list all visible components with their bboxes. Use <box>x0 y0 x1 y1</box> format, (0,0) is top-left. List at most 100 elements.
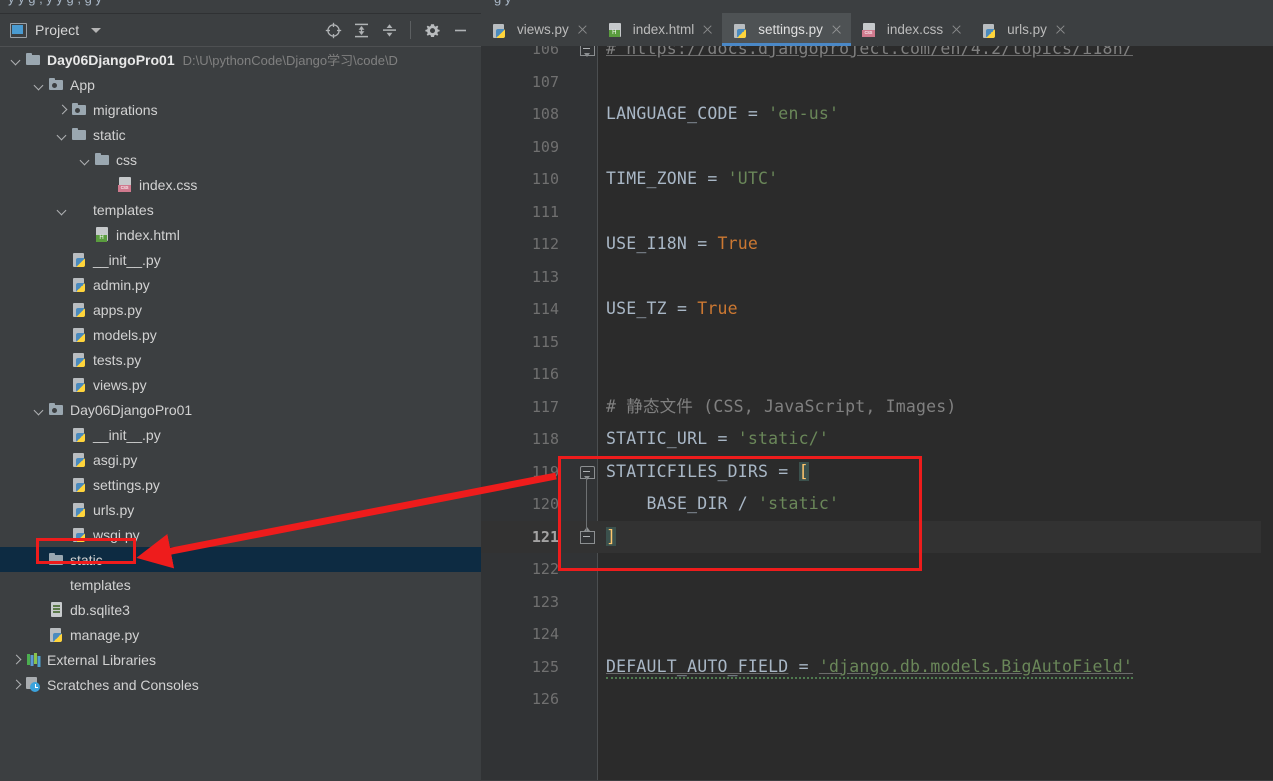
close-icon[interactable] <box>950 24 962 36</box>
code-line-122[interactable]: 122 <box>481 553 1273 586</box>
fold-close-icon[interactable] <box>580 526 595 545</box>
tree-row-urls-py[interactable]: urls.py <box>0 497 481 522</box>
tree-row-static[interactable]: static <box>0 122 481 147</box>
tree-item-label: App <box>70 76 95 93</box>
tree-row-day06djangopro01[interactable]: Day06DjangoPro01 <box>0 397 481 422</box>
fold-open-icon[interactable] <box>580 465 595 480</box>
folder-src-icon <box>71 101 88 118</box>
code-line-125[interactable]: 125 DEFAULT_AUTO_FIELD = 'django.db.model… <box>481 651 1273 684</box>
editor-tab-urls-py[interactable]: urls.py <box>971 13 1075 46</box>
code-line-121[interactable]: 121] <box>481 520 1273 553</box>
tree-row-day06djangopro01[interactable]: Day06DjangoPro01 D:\U\pythonCode\Django学习… <box>0 47 481 72</box>
folder-purple-icon <box>48 576 65 593</box>
code-line-110[interactable]: 110 TIME_ZONE = 'UTC' <box>481 163 1273 196</box>
chevron-down-icon[interactable] <box>10 53 23 66</box>
collapse-all-icon[interactable] <box>376 17 402 43</box>
code-line-123[interactable]: 123 <box>481 586 1273 619</box>
tree-row-index-css[interactable]: index.css <box>0 172 481 197</box>
code-line-119[interactable]: 119 STATICFILES_DIRS = [ <box>481 456 1273 489</box>
tree-item-label: asgi.py <box>93 451 138 468</box>
tree-row-admin-py[interactable]: admin.py <box>0 272 481 297</box>
code-line-106[interactable]: 106 # https://docs.djangoproject.com/en/4… <box>481 46 1273 66</box>
project-title-group[interactable]: Project <box>10 14 102 46</box>
chevron-right-icon[interactable] <box>10 678 23 691</box>
breadcrumb-right-text: g y <box>494 0 511 6</box>
tree-row-migrations[interactable]: migrations <box>0 97 481 122</box>
tree-row-external-libraries[interactable]: External Libraries <box>0 647 481 672</box>
project-file-tree[interactable]: Day06DjangoPro01 D:\U\pythonCode\Django学习… <box>0 47 481 781</box>
line-number: 112 <box>531 235 559 253</box>
tree-row-css[interactable]: css <box>0 147 481 172</box>
close-icon[interactable] <box>576 24 588 36</box>
editor-tab-views-py[interactable]: views.py <box>481 13 597 46</box>
tree-row-templates[interactable]: templates <box>0 197 481 222</box>
tree-row-wsgi-py[interactable]: wsgi.py <box>0 522 481 547</box>
line-number: 121 <box>531 527 559 546</box>
breadcrumb-left-text: y y g , y y g , g y <box>8 0 102 6</box>
tree-row--init-py[interactable]: __init__.py <box>0 422 481 447</box>
chevron-down-icon[interactable] <box>33 403 46 416</box>
py-icon <box>71 476 88 493</box>
chevron-down-icon[interactable] <box>33 78 46 91</box>
tree-row-db-sqlite3[interactable]: db.sqlite3 <box>0 597 481 622</box>
code-line-114[interactable]: 114 USE_TZ = True <box>481 293 1273 326</box>
code-line-108[interactable]: 108 LANGUAGE_CODE = 'en-us' <box>481 98 1273 131</box>
tree-row-tests-py[interactable]: tests.py <box>0 347 481 372</box>
editor-tab-label: settings.py <box>758 22 823 37</box>
tree-row-views-py[interactable]: views.py <box>0 372 481 397</box>
tree-row-index-html[interactable]: index.html <box>0 222 481 247</box>
tree-item-label: wsgi.py <box>93 526 140 543</box>
code-line-124[interactable]: 124 <box>481 618 1273 651</box>
tree-row-app[interactable]: App <box>0 72 481 97</box>
css-icon <box>117 176 134 193</box>
close-icon[interactable] <box>830 24 842 36</box>
chevron-right-icon[interactable] <box>10 653 23 666</box>
code-line-115[interactable]: 115 <box>481 326 1273 359</box>
line-number: 113 <box>531 267 559 286</box>
code-line-117[interactable]: 117 # 静态文件 (CSS, JavaScript, Images) <box>481 391 1273 424</box>
close-icon[interactable] <box>1054 24 1066 36</box>
fold-open-icon[interactable] <box>580 46 595 57</box>
code-editor[interactable]: 106 # https://docs.djangoproject.com/en/4… <box>481 46 1273 780</box>
close-icon[interactable] <box>701 24 713 36</box>
code-line-112[interactable]: 112 USE_I18N = True <box>481 228 1273 261</box>
editor-tab-settings-py[interactable]: settings.py <box>722 13 851 46</box>
expand-all-icon[interactable] <box>348 17 374 43</box>
editor-tab-bar[interactable]: views.py index.html settings.py index.css ur… <box>481 13 1273 47</box>
chevron-down-icon[interactable] <box>56 128 69 141</box>
code-line-116[interactable]: 116 <box>481 358 1273 391</box>
tree-row-asgi-py[interactable]: asgi.py <box>0 447 481 472</box>
error-marker-strip[interactable] <box>1261 79 1273 780</box>
tree-row-static[interactable]: static <box>0 547 481 572</box>
code-line-126[interactable]: 126 <box>481 683 1273 716</box>
code-line-113[interactable]: 113 <box>481 261 1273 294</box>
chevron-down-icon[interactable] <box>79 153 92 166</box>
chevron-down-icon[interactable] <box>56 203 69 216</box>
tree-row-apps-py[interactable]: apps.py <box>0 297 481 322</box>
settings-gear-icon[interactable] <box>419 17 445 43</box>
code-line-118[interactable]: 118 STATIC_URL = 'static/' <box>481 423 1273 456</box>
code-line-120[interactable]: 120 BASE_DIR / 'static' <box>481 488 1273 521</box>
hide-panel-icon[interactable] <box>447 17 473 43</box>
tree-row-scratches-and-consoles[interactable]: Scratches and Consoles <box>0 672 481 697</box>
editor-tab-index-html[interactable]: index.html <box>597 13 723 46</box>
locate-in-tree-icon[interactable] <box>320 17 346 43</box>
tree-row-templates[interactable]: templates <box>0 572 481 597</box>
code-line-109[interactable]: 109 <box>481 131 1273 164</box>
code-line-111[interactable]: 111 <box>481 196 1273 229</box>
editor-tab-index-css[interactable]: index.css <box>851 13 971 46</box>
code-line-107[interactable]: 107 <box>481 66 1273 99</box>
tree-item-label: __init__.py <box>93 426 161 443</box>
folder-src-icon <box>48 401 65 418</box>
tree-row-manage-py[interactable]: manage.py <box>0 622 481 647</box>
chevron-right-icon[interactable] <box>56 103 69 116</box>
tree-row-models-py[interactable]: models.py <box>0 322 481 347</box>
tree-row--init-py[interactable]: __init__.py <box>0 247 481 272</box>
chevron-down-icon[interactable] <box>91 27 102 33</box>
folder-src-icon <box>48 76 65 93</box>
tree-row-settings-py[interactable]: settings.py <box>0 472 481 497</box>
libs-icon <box>25 651 42 668</box>
